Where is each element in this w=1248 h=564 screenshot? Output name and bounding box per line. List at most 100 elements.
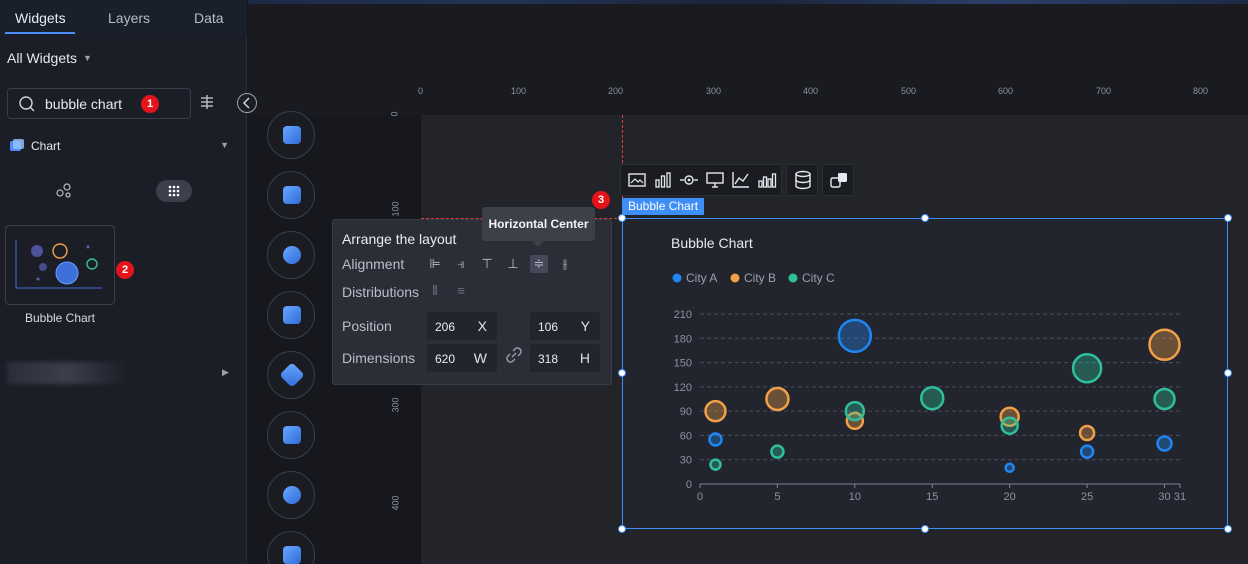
x-value: 206	[435, 320, 456, 334]
position-y-field[interactable]: 106 Y	[530, 312, 600, 340]
radar-chart-icon[interactable]	[679, 170, 699, 190]
ruler-tick: 700	[1096, 86, 1112, 96]
component-button[interactable]	[267, 111, 315, 159]
image-chart-icon[interactable]	[627, 170, 647, 190]
ruler-tick: 200	[608, 86, 624, 96]
align-bottom-icon[interactable]: ⊥	[504, 255, 522, 273]
bubble-chart-component[interactable]: Bubble Chart City A City B City C 0 30 60 90 1…	[622, 218, 1228, 529]
position-x-field[interactable]: 206 X	[427, 312, 497, 340]
x-tick-label: 30	[1158, 491, 1170, 503]
component-button[interactable]	[267, 411, 315, 459]
resize-handle[interactable]	[1224, 369, 1232, 377]
bubble-point	[1000, 416, 1019, 435]
x-unit: X	[477, 318, 487, 334]
component-button[interactable]	[267, 351, 315, 399]
column-chart-icon[interactable]	[757, 170, 777, 190]
ruler-tick: 0	[389, 111, 400, 117]
distributions-label: Distributions	[342, 284, 420, 300]
database-icon	[795, 170, 811, 190]
data-source-button[interactable]	[786, 164, 818, 196]
w-value: 620	[435, 352, 456, 366]
resize-handle[interactable]	[1224, 214, 1232, 222]
component-button[interactable]	[267, 471, 315, 519]
resize-handle[interactable]	[921, 214, 929, 222]
component-button[interactable]	[267, 231, 315, 279]
tab-layers[interactable]: Layers	[108, 10, 150, 26]
link-icon[interactable]	[506, 347, 522, 363]
x-tick-label: 25	[1081, 491, 1093, 503]
component-button[interactable]	[267, 291, 315, 339]
y-tick-label: 180	[674, 333, 692, 345]
collapse-panel-button[interactable]	[237, 93, 257, 113]
y-unit: Y	[580, 318, 590, 334]
y-tick-label: 120	[674, 382, 692, 394]
align-right-icon[interactable]: ⫣	[452, 255, 470, 273]
chart-category-icon	[10, 139, 24, 151]
chart-title: Bubble Chart	[671, 235, 753, 251]
switch-chart-button[interactable]	[822, 164, 854, 196]
bubble-point	[1071, 352, 1103, 384]
resize-handle[interactable]	[618, 214, 626, 222]
step-badge: 1	[141, 95, 159, 113]
component-button[interactable]	[267, 531, 315, 564]
align-vertical-center-icon[interactable]: ⫲	[556, 255, 574, 273]
bubble-chart-widget[interactable]	[5, 225, 115, 305]
bubble-view-icon[interactable]	[55, 182, 73, 200]
search-input[interactable]: bubble chart	[7, 88, 191, 119]
bubble-point	[1078, 424, 1096, 442]
decorative-banner	[248, 0, 1248, 4]
tab-data[interactable]: Data	[194, 10, 224, 26]
y-tick-label: 210	[674, 309, 692, 321]
y-tick-label: 0	[686, 479, 692, 491]
bubble-point	[837, 318, 873, 354]
media-component-icon	[283, 186, 301, 204]
bubble-point	[1148, 328, 1181, 362]
align-left-icon[interactable]: ⊫	[426, 255, 444, 273]
sort-icon[interactable]	[199, 94, 215, 110]
align-horizontal-center-icon[interactable]: ≑	[530, 255, 548, 273]
align-top-icon[interactable]: ⊤	[478, 255, 496, 273]
height-field[interactable]: 318 H	[530, 344, 600, 372]
ruler-tick: 300	[706, 86, 722, 96]
y-value: 106	[538, 320, 559, 334]
bubble-point	[1156, 435, 1173, 452]
arrange-layout-popover: Arrange the layout Alignment ⊫ ⫣ ⊤ ⊥ ≑ ⫲…	[332, 219, 612, 385]
width-field[interactable]: 620 W	[427, 344, 497, 372]
dimensions-label: Dimensions	[342, 350, 416, 366]
widget-filter-dropdown[interactable]: All Widgets ▼	[7, 50, 92, 66]
y-tick-label: 90	[680, 406, 692, 418]
position-label: Position	[342, 318, 392, 334]
grid-view-toggle[interactable]	[156, 180, 192, 202]
component-button[interactable]	[267, 171, 315, 219]
distribute-horizontal-icon[interactable]: ⫴	[426, 283, 444, 301]
resize-handle[interactable]	[921, 525, 929, 533]
ruler-tick: 400	[390, 495, 401, 511]
bar-chart-icon[interactable]	[653, 170, 673, 190]
x-tick-label: 0	[697, 491, 703, 503]
resize-handle[interactable]	[618, 525, 626, 533]
category-label: Chart	[31, 139, 61, 153]
tab-widgets[interactable]: Widgets	[15, 10, 66, 26]
caret-down-icon: ▼	[83, 53, 92, 63]
bubble-point	[920, 385, 945, 411]
widgets-panel: Widgets Layers Data All Widgets ▼ bubble …	[0, 0, 247, 564]
alignment-label: Alignment	[342, 256, 405, 272]
resize-handle[interactable]	[618, 369, 626, 377]
distribute-vertical-icon[interactable]: ≡	[452, 283, 470, 301]
ruler-tick: 100	[511, 86, 527, 96]
ruler-tick: 300	[390, 397, 401, 413]
panel-tabs: Widgets Layers Data	[0, 0, 247, 36]
chart-bubbles	[704, 318, 1181, 474]
caret-right-icon[interactable]: ▶	[222, 367, 229, 378]
x-tick-label: 20	[1004, 491, 1016, 503]
w-unit: W	[473, 350, 487, 366]
line-chart-icon[interactable]	[731, 170, 751, 190]
monitor-chart-icon[interactable]	[705, 170, 725, 190]
interaction-component-icon	[283, 426, 301, 444]
bubble-point	[704, 399, 727, 423]
bubble-point	[765, 386, 790, 412]
chart-legend: City A City B City C	[672, 271, 835, 285]
legend-marker	[788, 273, 798, 283]
resize-handle[interactable]	[1224, 525, 1232, 533]
category-chart[interactable]: Chart ▼	[9, 138, 234, 156]
